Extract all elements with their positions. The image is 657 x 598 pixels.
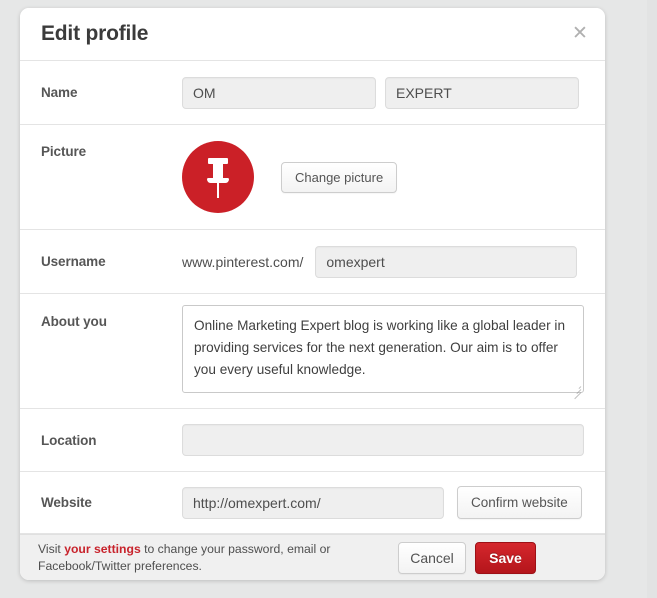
label-location: Location: [41, 432, 97, 448]
page-background: Edit profile ✕ Name Picture: [0, 0, 657, 598]
label-picture: Picture: [41, 144, 87, 159]
row-username: Username www.pinterest.com/: [20, 230, 605, 294]
edit-profile-modal: Edit profile ✕ Name Picture: [20, 8, 605, 580]
row-name: Name: [20, 61, 605, 125]
username-prefix: www.pinterest.com/: [182, 253, 304, 270]
row-location: Location: [20, 409, 605, 472]
your-settings-link[interactable]: your settings: [64, 542, 141, 556]
footer-note: Visit your settings to change your passw…: [38, 541, 398, 575]
cancel-button[interactable]: Cancel: [398, 541, 466, 574]
username-fields: www.pinterest.com/: [182, 245, 584, 278]
row-website: Website Confirm website: [20, 472, 605, 534]
username-input[interactable]: [315, 245, 578, 278]
picture-fields: Change picture: [182, 141, 584, 213]
location-fields: [182, 424, 584, 456]
about-textarea-wrapper: [182, 305, 584, 400]
footer-note-prefix: Visit: [38, 541, 65, 556]
row-picture: Picture Change picture: [20, 125, 605, 230]
label-about-you: About you: [41, 314, 107, 329]
row-about: About you: [20, 294, 605, 409]
pushpin-icon: [206, 158, 230, 198]
label-username: Username: [41, 254, 106, 269]
confirm-website-button[interactable]: Confirm website: [457, 486, 582, 519]
website-input[interactable]: [182, 486, 444, 519]
modal-footer: Visit your settings to change your passw…: [20, 534, 605, 580]
name-fields: [182, 76, 584, 109]
modal-header: Edit profile ✕: [20, 8, 605, 61]
footer-actions: Cancel Save: [398, 541, 536, 574]
about-you-textarea[interactable]: [182, 305, 584, 393]
page-title: Edit profile: [41, 22, 149, 45]
about-fields: [182, 294, 584, 400]
website-fields: Confirm website: [182, 486, 584, 519]
save-button[interactable]: Save: [475, 541, 536, 574]
label-name: Name: [41, 85, 78, 100]
first-name-input[interactable]: [182, 76, 376, 109]
close-icon[interactable]: ✕: [567, 20, 593, 46]
label-website: Website: [41, 495, 92, 510]
page-right-gutter: [647, 0, 657, 598]
change-picture-button[interactable]: Change picture: [281, 161, 398, 193]
last-name-input[interactable]: [385, 76, 579, 109]
location-input[interactable]: [182, 424, 584, 456]
avatar[interactable]: [182, 141, 254, 213]
